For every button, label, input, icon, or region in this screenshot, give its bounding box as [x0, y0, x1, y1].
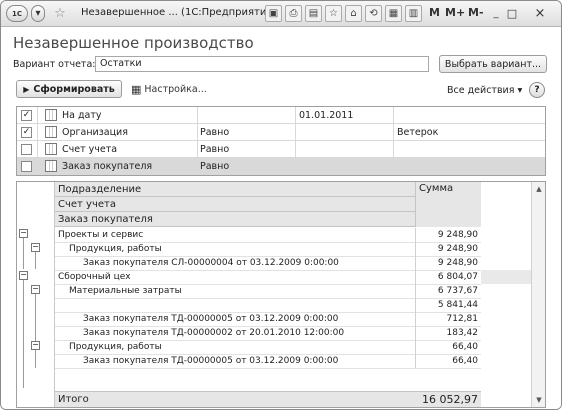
generate-button[interactable]: ▶ Сформировать [16, 80, 122, 98]
report-sum: 183,42 [415, 326, 481, 340]
report-row: Продукция, работы [69, 342, 162, 352]
sum-column-header: Сумма [415, 182, 481, 227]
field-icon [45, 160, 57, 172]
param-row-selected[interactable]: Заказ покупателя Равно [17, 158, 545, 175]
select-variant-button[interactable]: Выбрать вариант... [439, 55, 547, 73]
column-header: Подразделение [55, 182, 415, 197]
play-icon: ▶ [23, 84, 30, 94]
chevron-down-icon: ▾ [517, 85, 523, 96]
report-sum: 66,40 [415, 340, 481, 354]
report-sum: 9 248,90 [415, 228, 481, 242]
report-window: 1С ▾ ☆ Незавершенное ... (1С:Предприятие… [0, 0, 562, 410]
report-row: Заказ покупателя СЛ-00000004 от 03.12.20… [83, 258, 339, 268]
param-row[interactable]: ✓ Организация Равно Ветерок [17, 124, 545, 141]
report-sum: 712,81 [415, 312, 481, 326]
report-sum: 9 248,90 [415, 256, 481, 270]
param-name: Счет учета [62, 144, 118, 155]
field-icon [45, 126, 57, 138]
calculator-icon[interactable]: ▦ [385, 5, 402, 22]
report-sum: 9 248,90 [415, 242, 481, 256]
variant-field[interactable]: Остатки [95, 56, 429, 72]
memory-minus-button[interactable]: M- [468, 6, 484, 19]
report-row: Материальные затраты [69, 286, 182, 296]
titlebar-toolbar: ▣ ⎙ ▤ ☆ ⌂ ⟲ ▦ ▥ [265, 5, 422, 22]
collapse-group-icon[interactable]: − [19, 271, 28, 280]
report-row: Сборочный цех [58, 272, 131, 282]
total-sum: 16 052,97 [422, 393, 478, 406]
report-row: Заказ покупателя ТД-00000005 от 03.12.20… [83, 314, 339, 324]
param-row[interactable]: ✓ На дату 01.01.2011 [17, 107, 545, 124]
calendar-icon[interactable]: ▥ [405, 5, 422, 22]
help-button[interactable]: ? [529, 82, 545, 98]
app-logo-icon: 1С [11, 9, 22, 18]
history-icon[interactable]: ⟲ [365, 5, 382, 22]
param-checkbox[interactable] [21, 144, 32, 155]
save-icon[interactable]: ▣ [265, 5, 282, 22]
param-row[interactable]: Счет учета Равно [17, 141, 545, 158]
chevron-down-icon[interactable]: ▾ [31, 5, 45, 22]
param-name: Организация [62, 127, 128, 138]
settings-label: Настройка... [144, 84, 207, 95]
report-sum: 6 804,07 [415, 270, 481, 284]
report-row: Заказ покупателя ТД-00000005 от 03.12.20… [83, 356, 339, 366]
param-name: На дату [62, 110, 102, 121]
all-actions-menu[interactable]: Все действия ▾ [447, 85, 522, 96]
maximize-icon[interactable]: □ [505, 5, 519, 22]
settings-button[interactable]: ▦ Настройка... [131, 83, 207, 96]
param-checkbox[interactable]: ✓ [21, 110, 32, 121]
window-title: Незавершенное ... (1С:Предприятие) [81, 7, 277, 18]
report-sum: 66,40 [415, 354, 481, 368]
report-row [55, 298, 83, 312]
page-title: Незавершенное производство [13, 34, 254, 52]
param-condition[interactable]: Равно [200, 141, 292, 158]
report-parameters-table: ✓ На дату 01.01.2011 ✓ Организация Равно… [16, 106, 546, 176]
column-header: Заказ покупателя [55, 212, 415, 227]
star-icon[interactable]: ☆ [52, 5, 68, 22]
collapse-group-icon[interactable]: − [31, 243, 40, 252]
field-icon [45, 143, 57, 155]
form-content: Незавершенное производство Вариант отчет… [1, 27, 561, 409]
scroll-up-icon[interactable]: ▲ [532, 182, 545, 196]
param-condition[interactable]: Равно [200, 158, 292, 175]
collapse-group-icon[interactable]: − [31, 341, 40, 350]
collapse-group-icon[interactable]: − [19, 229, 28, 238]
preview-icon[interactable]: ▤ [305, 5, 322, 22]
links-icon[interactable]: ⌂ [345, 5, 362, 22]
param-checkbox[interactable] [21, 161, 32, 172]
close-icon[interactable]: × [531, 5, 549, 22]
titlebar: 1С ▾ ☆ Незавершенное ... (1С:Предприятие… [1, 1, 561, 27]
total-row: Итого 16 052,97 [55, 391, 481, 407]
report-sum: 5 841,44 [415, 298, 481, 312]
param-checkbox[interactable]: ✓ [21, 127, 32, 138]
report-spreadsheet[interactable]: Подразделение Счет учета Заказ покупател… [16, 181, 546, 408]
vertical-scrollbar[interactable]: ▲ ▼ [531, 182, 545, 407]
app-menu-button[interactable]: 1С [6, 5, 28, 22]
total-label: Итого [58, 394, 89, 405]
favorites-icon[interactable]: ☆ [325, 5, 342, 22]
param-condition[interactable]: Равно [200, 124, 292, 141]
report-row: Проекты и сервис [58, 230, 144, 240]
report-sum: 6 737,67 [415, 284, 481, 298]
memory-plus-button[interactable]: M+ [445, 6, 465, 19]
minimize-icon[interactable]: _ [489, 5, 503, 22]
print-icon[interactable]: ⎙ [285, 5, 302, 22]
param-value[interactable]: 01.01.2011 [299, 107, 389, 124]
settings-icon: ▦ [131, 83, 142, 96]
all-actions-label: Все действия [447, 85, 515, 96]
report-row: Продукция, работы [69, 244, 162, 254]
scroll-down-icon[interactable]: ▼ [532, 393, 545, 407]
param-value[interactable]: Ветерок [397, 124, 537, 141]
param-name: Заказ покупателя [62, 161, 153, 172]
generate-button-label: Сформировать [33, 83, 115, 95]
memory-button[interactable]: M [429, 6, 440, 19]
column-header: Счет учета [55, 197, 415, 212]
variant-label: Вариант отчета: [13, 59, 96, 70]
report-row: Заказ покупателя ТД-00000002 от 20.01.20… [83, 328, 345, 338]
collapse-group-icon[interactable]: − [31, 285, 40, 294]
field-icon [45, 109, 57, 121]
selected-cell-extension [481, 270, 533, 284]
